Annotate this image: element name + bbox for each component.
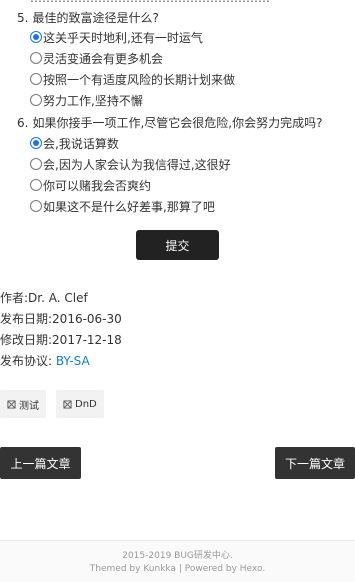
- license-line: 发布协议: BY-SA: [0, 352, 90, 369]
- license-link[interactable]: BY-SA: [56, 354, 90, 368]
- tag-test[interactable]: 测试: [0, 390, 46, 418]
- license-prefix: 发布协议:: [0, 354, 56, 368]
- submit-button[interactable]: 提交: [136, 230, 219, 260]
- question-5-number: 5.: [17, 11, 29, 25]
- q6-option-3[interactable]: 你可以赌我会否爽约: [30, 176, 151, 194]
- q5-option-3-label: 按照一个有适度风险的长期计划来做: [43, 72, 236, 87]
- tag-label: 测试: [19, 400, 39, 412]
- q5-option-2-label: 灵活变通会有更多机会: [43, 51, 164, 66]
- powered-separator: | Powered by: [175, 564, 240, 574]
- q6-option-4[interactable]: 如果这不是什么好差事,那算了吧: [30, 197, 215, 215]
- q5-option-3[interactable]: 按照一个有适度风险的长期计划来做: [30, 70, 235, 88]
- q5-option-4[interactable]: 努力工作,坚持不懈: [30, 91, 143, 109]
- theme-link[interactable]: Kunkka: [143, 564, 176, 574]
- tag-icon: [63, 399, 72, 409]
- radio-button[interactable]: [30, 94, 42, 106]
- q6-option-4-label: 如果这不是什么好差事,那算了吧: [43, 199, 215, 214]
- q5-option-1[interactable]: 这关乎天时地利,还有一时运气: [30, 28, 203, 46]
- q6-option-2[interactable]: 会,因为人家会认为我信得过,这很好: [30, 155, 231, 173]
- radio-button-checked[interactable]: [30, 137, 42, 149]
- prev-article-button[interactable]: 上一篇文章: [0, 447, 81, 479]
- author-line: 作者:Dr. A. Clef: [0, 291, 88, 305]
- themed-prefix: Themed by: [89, 564, 144, 574]
- radio-button[interactable]: [30, 200, 42, 212]
- tag-label: DnD: [75, 398, 97, 410]
- q5-option-4-label: 努力工作,坚持不懈: [43, 93, 143, 108]
- published-date: 发布日期:2016-06-30: [0, 312, 122, 326]
- truncated-text-line: ……………………………………………………: [30, 0, 270, 5]
- radio-button[interactable]: [30, 158, 42, 170]
- q6-option-1[interactable]: 会,我说话算数: [30, 134, 119, 152]
- question-6: 6. 如果你接手一项工作,尽管它会很危险,你会努力完成吗?: [17, 114, 322, 131]
- radio-button[interactable]: [30, 73, 42, 85]
- q5-option-1-label: 这关乎天时地利,还有一时运气: [43, 30, 203, 45]
- page-footer: 2015-2019 BUG研发中心. Themed by Kunkka | Po…: [0, 540, 355, 582]
- q6-option-2-label: 会,因为人家会认为我信得过,这很好: [43, 157, 231, 172]
- question-6-text: 如果你接手一项工作,尽管它会很危险,你会努力完成吗?: [32, 116, 323, 130]
- radio-button[interactable]: [30, 179, 42, 191]
- next-article-button[interactable]: 下一篇文章: [275, 447, 355, 479]
- hexo-link[interactable]: Hexo: [240, 564, 263, 574]
- question-5: 5. 最佳的致富途径是什么?: [17, 9, 159, 26]
- q5-option-2[interactable]: 灵活变通会有更多机会: [30, 49, 163, 67]
- footer-suffix: .: [262, 564, 266, 574]
- tag-icon: [7, 399, 16, 409]
- tag-dnd[interactable]: DnD: [56, 390, 104, 418]
- q6-option-3-label: 你可以赌我会否爽约: [43, 178, 152, 193]
- footer-credits: Themed by Kunkka | Powered by Hexo.: [0, 564, 355, 574]
- footer-copyright: 2015-2019 BUG研发中心.: [122, 551, 233, 561]
- question-6-number: 6.: [17, 116, 29, 130]
- q6-option-1-label: 会,我说话算数: [43, 136, 119, 151]
- question-5-text: 最佳的致富途径是什么?: [32, 11, 159, 25]
- radio-button-checked[interactable]: [30, 31, 42, 43]
- radio-button[interactable]: [30, 52, 42, 64]
- modified-date: 修改日期:2017-12-18: [0, 333, 122, 347]
